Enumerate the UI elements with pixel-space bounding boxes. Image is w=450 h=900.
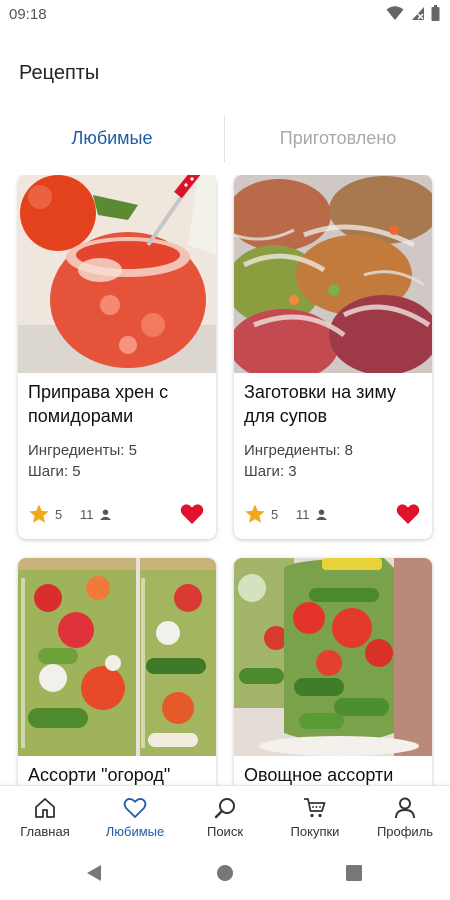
recipe-ingredients: Ингредиенты: 5 [28, 442, 137, 459]
star-icon [245, 504, 265, 523]
recipe-card[interactable]: Приправа хрен с помидорами Ингредиенты: … [18, 175, 216, 539]
signal-icon [411, 7, 424, 20]
recipe-steps: Шаги: 5 [28, 463, 81, 480]
recipe-users-count: 11 [80, 507, 94, 522]
tab-favorites[interactable]: Любимые [0, 112, 224, 164]
nav-search[interactable]: Поиск [180, 786, 270, 846]
home-circle-icon[interactable] [217, 865, 233, 881]
recipe-title: Овощное ассорти [244, 765, 394, 785]
recipe-meta: Ингредиенты: 8 Шаги: 3 [244, 440, 353, 482]
nav-shopping[interactable]: Покупки [270, 786, 360, 846]
recents-icon[interactable] [346, 865, 362, 881]
system-navigation-bar [0, 845, 450, 900]
user-icon [100, 509, 111, 520]
page-title: Рецепты [19, 62, 100, 84]
recipe-photo-vegetable-jar [234, 558, 432, 756]
recipe-footer: 5 11 [244, 503, 424, 527]
recipe-rating: 5 [271, 507, 279, 522]
profile-icon [395, 797, 415, 819]
recipe-steps: Шаги: 3 [244, 463, 297, 480]
recipe-photo-soup-prep [234, 175, 432, 373]
recipe-grid: Приправа хрен с помидорами Ингредиенты: … [0, 175, 450, 785]
recipe-meta: Ингредиенты: 5 Шаги: 5 [28, 440, 137, 482]
nav-label: Главная [20, 824, 70, 839]
user-icon [316, 509, 327, 520]
home-icon [35, 798, 55, 818]
nav-label: Профиль [376, 824, 434, 839]
recipe-title: Заготовки на зиму для супов [244, 382, 397, 426]
recipe-users-count: 11 [296, 507, 310, 522]
nav-label: Любимые [105, 824, 165, 839]
recipe-card[interactable]: Заготовки на зиму для супов Ингредиенты:… [234, 175, 432, 539]
cart-icon [304, 798, 326, 818]
tab-divider [224, 116, 225, 162]
recipe-card[interactable]: Ассорти "огород" [18, 558, 216, 785]
back-icon[interactable] [86, 864, 102, 882]
recipe-rating: 5 [55, 507, 63, 522]
favorite-heart-icon[interactable] [180, 503, 204, 525]
tab-bar: Любимые Приготовлено [0, 112, 450, 164]
nav-label: Поиск [206, 824, 244, 839]
nav-favorites[interactable]: Любимые [90, 786, 180, 846]
recipe-photo-horseradish [18, 175, 216, 373]
star-icon [29, 504, 49, 523]
recipe-ingredients: Ингредиенты: 8 [244, 442, 353, 459]
nav-label: Покупки [290, 824, 340, 839]
wifi-icon [386, 6, 404, 20]
recipe-title: Ассорти "огород" [28, 765, 171, 785]
status-time: 09:18 [9, 6, 47, 23]
battery-icon [431, 5, 440, 21]
recipe-photo-assorted-jars [18, 558, 216, 756]
recipe-card[interactable]: Овощное ассорти [234, 558, 432, 785]
search-icon [214, 798, 235, 819]
tab-cooked[interactable]: Приготовлено [226, 112, 450, 164]
favorite-heart-icon[interactable] [396, 503, 420, 525]
status-icons [384, 5, 440, 23]
recipe-title: Приправа хрен с помидорами [28, 382, 169, 426]
recipe-footer: 5 11 [28, 503, 208, 527]
nav-profile[interactable]: Профиль [360, 786, 450, 846]
status-bar: 09:18 [0, 0, 450, 28]
nav-home[interactable]: Главная [0, 786, 90, 846]
bottom-navigation: Главная Любимые Поиск Покупки Профиль [0, 785, 450, 846]
heart-outline-icon [123, 798, 147, 818]
